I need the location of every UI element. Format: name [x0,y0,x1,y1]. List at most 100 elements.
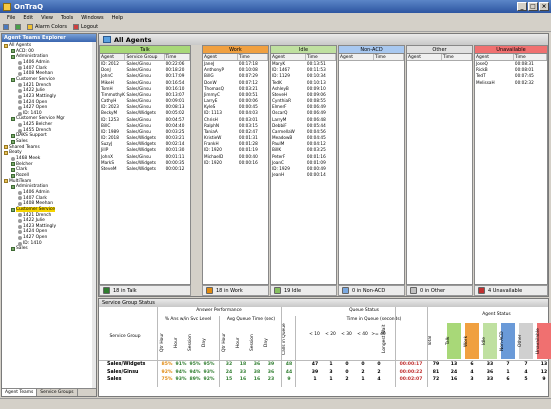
back-icon[interactable] [3,23,9,30]
column-header: Qtr Hour [160,333,165,353]
table-column-header[interactable]: Agent [475,54,514,60]
tree-scrollbar[interactable] [92,42,96,390]
sgs-cell: 95% [189,362,201,367]
pct-header: % Ans w/in Svc Level [164,317,212,322]
table-column-header[interactable]: Time [165,54,190,60]
sgs-cell: 92% [203,377,215,382]
sgs-cell: 16 [450,377,458,382]
sg-name: Sales/Ginsu [107,369,139,375]
sgs-cell: 24 [450,369,458,375]
agent-icon [18,88,22,93]
sgs-cell: 2 [361,369,365,375]
menu-view[interactable]: View [41,15,53,21]
table-column-header[interactable]: Time [442,54,472,60]
menu-file[interactable]: File [7,15,15,21]
column-header-work[interactable]: Work [203,46,268,54]
sgs-cell: 1 [361,377,365,382]
minimize-button[interactable]: _ [517,2,527,11]
table-cell: 00:00:12 [165,165,185,171]
footer-unavailable: 4 Unavailable [474,285,548,296]
column-other: Other Agent Time [406,45,473,285]
sgs-cell: 36 [253,362,261,367]
table-cell: 00:00:14 [306,172,326,178]
menu-tools[interactable]: Tools [61,15,73,21]
tree-item[interactable]: Sales [11,246,28,252]
table-column-header[interactable]: Agent [203,54,238,60]
agent-icon [18,72,22,77]
column-header-idle[interactable]: Idle [271,46,336,54]
table-row[interactable]: SteveM Sales/Widgets 00:00:12 [100,166,190,172]
menu-bar: File Edit View Tools Windows Help [0,13,551,22]
table-row[interactable]: ID: 1920 00:00:16 [203,160,268,166]
sgs-cell: 44 [285,369,293,375]
agent-status-header: Agent Status [482,312,511,317]
maximize-button[interactable]: □ [528,2,538,11]
status-bar [0,398,551,409]
table-row[interactable]: JeanH 00:00:14 [271,172,336,178]
sgs-cell: 94% [189,369,201,375]
column-header: < 30 [341,332,352,337]
team-icon [11,117,15,122]
table-column-header[interactable]: Agent [339,54,374,60]
menu-windows[interactable]: Windows [81,15,103,21]
table-column-header[interactable]: Service Group [125,54,165,60]
sgs-cell: 79 [432,362,440,367]
agent-icon [18,213,22,218]
agent-icon [18,196,22,201]
refresh-icon[interactable] [15,23,21,30]
tab-agent-teams[interactable]: Agent Teams [2,389,38,396]
folder-icon [4,179,8,184]
table-column-header[interactable]: Time [514,54,547,60]
sgs-cell: 24 [225,369,233,375]
table-cell: Sales/Widgets [126,165,156,171]
sg-name: Sales [107,377,122,382]
sgs-cell: 48 [285,362,293,367]
alarm-icon [27,23,33,30]
menu-help[interactable]: Help [112,15,123,21]
table-column-header[interactable]: Time [238,54,268,60]
menu-edit[interactable]: Edit [23,15,33,21]
table-column-header[interactable]: Time [374,54,404,60]
tab-service-groups[interactable]: Service Groups [37,389,78,396]
sgs-cell: 94% [175,369,187,375]
calls-header: Calls in Queue [282,323,287,355]
sgs-cell: 93% [203,369,215,375]
table-column-header[interactable]: Time [306,54,336,60]
table-cell: SteveM [101,165,117,171]
alarm-colors-button[interactable]: Alarm Colors [27,23,67,30]
sgs-cell: 3 [470,377,474,382]
column-header-talk[interactable]: Talk [100,46,190,54]
agent-icon [18,83,22,88]
sgs-cell: 1 [506,369,510,375]
sg-header: Service Group [109,334,141,339]
sgs-cell: 1 [313,377,317,382]
close-button[interactable]: × [539,2,549,11]
table-row[interactable]: MelissaH 00:02:32 [475,80,547,86]
all-agents-panel: All Agents Talk Agent Service Group Time ID:… [98,33,549,297]
footer-nonacd: 0 in Non-ACD [338,285,405,296]
sgs-cell: 9 [542,377,546,382]
table-column-header[interactable]: Agent [271,54,306,60]
column-header-nonacd[interactable]: Non-ACD [339,46,404,54]
column-header: Day [264,338,269,348]
footer-count: 19 Idle [284,287,302,294]
avg-queue-header: Avg Queue Time (sec) [226,317,276,322]
table-column-header[interactable]: Agent [407,54,442,60]
answer-perf-header: Answer Performance [196,308,242,313]
sgs-cell: 93% [175,377,187,382]
team-icon [11,49,15,54]
agent-icon [18,224,22,229]
column-header-other[interactable]: Other [407,46,472,54]
column-header-unavailable[interactable]: Unavailable [475,46,547,54]
grid-line [99,360,548,361]
state-icon [206,287,213,294]
column-work: Work Agent Time JaneJ 00:17:18 AnthonyP 00:10:… [202,45,269,285]
team-icon [11,173,15,178]
app-title: OnTraQ [14,2,44,11]
sgs-cell: 39 [311,369,319,375]
column-header: Non-ACD [500,323,515,359]
logout-button[interactable]: Logout [72,23,98,30]
sgs-cell: 1 [329,362,333,367]
table-column-header[interactable]: Agent [100,54,126,60]
column-idle: Idle Agent Time MaryK 00:13:51 ID: 1467 00:11:… [270,45,337,285]
